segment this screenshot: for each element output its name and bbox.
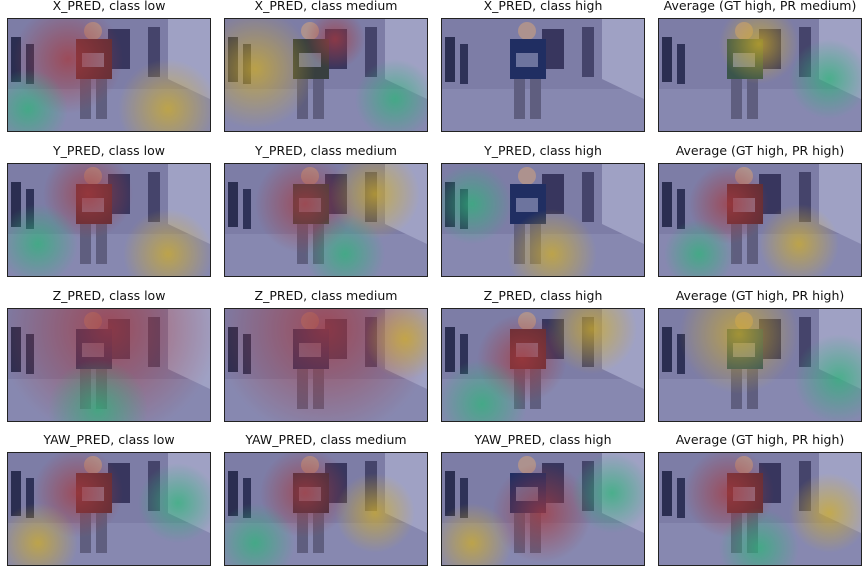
heatmap-image [224, 163, 428, 277]
panel-title: Average (GT high, PR high) [675, 143, 845, 158]
heatmap-image [658, 18, 862, 132]
heatmap-image [224, 18, 428, 132]
panel-title: Average (GT high, PR medium) [663, 0, 857, 13]
heatmap-image [7, 308, 211, 422]
heatmap-image [7, 163, 211, 277]
panel-title: Average (GT high, PR high) [675, 432, 845, 447]
heatmap-image [658, 452, 862, 566]
heatmap-image [7, 452, 211, 566]
heatmap-image [441, 163, 645, 277]
heatmap-image [224, 452, 428, 566]
heatmap-image [7, 18, 211, 132]
heatmap-image [658, 163, 862, 277]
heatmap-image [658, 308, 862, 422]
panel-title: Average (GT high, PR high) [675, 288, 845, 303]
heatmap-image [441, 452, 645, 566]
heatmap-grid: X_PRED, class low X_PRED, class medium X_P… [0, 0, 864, 576]
heatmap-image [441, 18, 645, 132]
heatmap-image [224, 308, 428, 422]
heatmap-image [441, 308, 645, 422]
